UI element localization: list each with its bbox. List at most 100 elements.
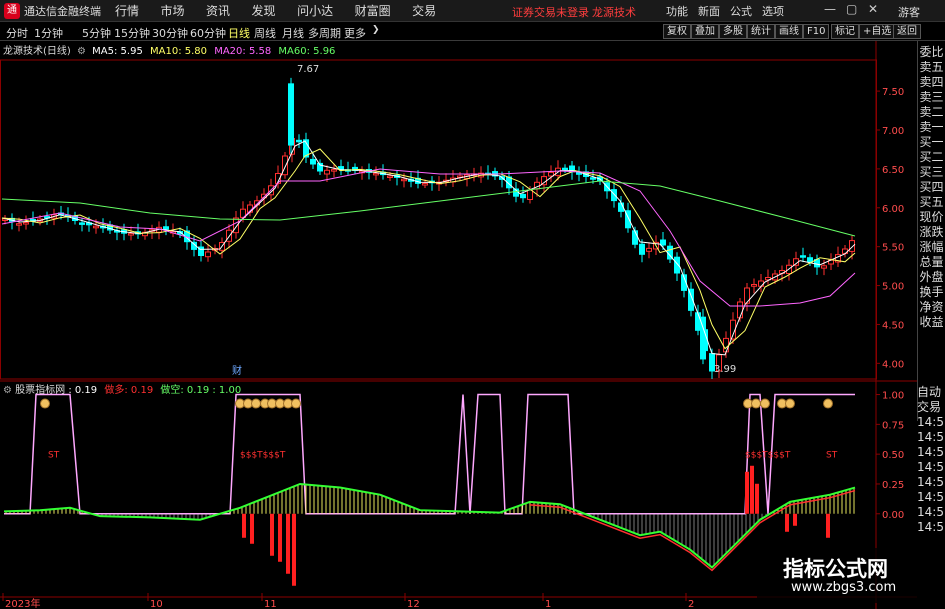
candlesticks[interactable] <box>2 77 855 379</box>
menu-hangqing[interactable]: 行情 <box>115 4 139 18</box>
menu-function[interactable]: 功能 <box>666 3 688 19</box>
guest-user[interactable]: 游客 <box>898 4 920 20</box>
date-tick-label: 2023年 <box>5 597 40 609</box>
price-tick-label: 4.00 <box>882 359 904 370</box>
menu-options[interactable]: 选项 <box>762 3 784 19</box>
btn-f10[interactable]: F10 <box>803 24 830 39</box>
panel-auto[interactable]: 自动 <box>917 385 945 400</box>
btn-tongji[interactable]: 统计 <box>747 24 775 39</box>
minimize-icon[interactable]: — <box>824 2 836 16</box>
period-5min[interactable]: 5分钟 <box>82 25 111 41</box>
panel-change-pct[interactable]: 涨幅 <box>918 240 945 255</box>
candle-body <box>401 178 407 182</box>
indicator-name[interactable]: 股票指标网 <box>15 385 65 396</box>
high-price-label: 7.67 <box>297 64 319 75</box>
candle-body <box>632 230 638 245</box>
red-signal-bar <box>278 513 282 562</box>
stock-chart[interactable]: ST $$$T$$$T $$$T$$$T ST 7.50 7.00 6.50 6.00 5.5… <box>0 41 917 609</box>
menu-wenxiaoda[interactable]: 问小达 <box>297 4 333 18</box>
stock-title[interactable]: 龙源技术(日线) <box>3 46 71 57</box>
date-tick-label: 2 <box>688 599 694 609</box>
panel-buy3[interactable]: 买三 <box>918 165 945 180</box>
period-daily[interactable]: 日线 <box>228 25 250 41</box>
close-icon[interactable]: ✕ <box>868 2 878 16</box>
menu-formula[interactable]: 公式 <box>730 3 752 19</box>
date-tick-label: 12 <box>407 599 420 609</box>
period-30min[interactable]: 30分钟 <box>152 25 188 41</box>
panel-price[interactable]: 现价 <box>918 210 945 225</box>
red-signal-bar <box>745 471 749 514</box>
panel-change[interactable]: 涨跌 <box>918 225 945 240</box>
btn-biaoji[interactable]: 标记 <box>831 24 859 39</box>
panel-buy2[interactable]: 买二 <box>918 150 945 165</box>
candle-body <box>821 265 827 269</box>
panel-sell2[interactable]: 卖二 <box>918 105 945 120</box>
more-chevron-icon[interactable]: ❯ <box>372 25 380 35</box>
panel-sell3[interactable]: 卖三 <box>918 90 945 105</box>
btn-zixuan[interactable]: +自选 <box>859 24 896 39</box>
date-tick-label: 1 <box>545 599 551 609</box>
candle-body <box>639 243 645 255</box>
panel-net-asset[interactable]: 净资 <box>918 300 945 315</box>
panel-turnover[interactable]: 换手 <box>918 285 945 300</box>
tick-time-3: 14:5 <box>917 445 944 459</box>
menu-zixun[interactable]: 资讯 <box>206 4 230 18</box>
panel-earnings[interactable]: 收益 <box>918 315 945 330</box>
panel-buy4[interactable]: 买四 <box>918 180 945 195</box>
signal-step-line <box>4 393 855 515</box>
btn-duogu[interactable]: 多股 <box>719 24 747 39</box>
btn-diejia[interactable]: 叠加 <box>691 24 719 39</box>
panel-trade[interactable]: 交易 <box>917 400 945 415</box>
st-signal-multi: $$$T$$$T <box>745 451 791 461</box>
tick-time-1: 14:5 <box>917 415 944 429</box>
menu-caifuquan[interactable]: 财富圈 <box>355 4 391 18</box>
period-more[interactable]: 更多 <box>344 25 366 41</box>
menu-new-page[interactable]: 新面 <box>698 3 720 19</box>
settings-gear-icon[interactable]: ⚙ <box>77 46 86 57</box>
btn-huaxian[interactable]: 画线 <box>775 24 803 39</box>
panel-sell1[interactable]: 卖一 <box>918 120 945 135</box>
money-bag-icon <box>823 398 833 409</box>
red-signal-bar <box>785 513 789 532</box>
menu-faxian[interactable]: 发现 <box>252 4 276 18</box>
period-weekly[interactable]: 周线 <box>254 25 276 41</box>
indicator-tick-label: 0.25 <box>882 480 904 491</box>
red-signal-bar <box>250 513 254 544</box>
panel-sell4[interactable]: 卖四 <box>918 75 945 90</box>
panel-volume[interactable]: 总量 <box>918 255 945 270</box>
period-multi[interactable]: 多周期 <box>308 25 341 41</box>
btn-fanhui[interactable]: 返回 <box>893 24 921 39</box>
brand-link[interactable]: 龙源技术 <box>592 4 636 20</box>
candle-body <box>807 257 813 263</box>
btn-fuquan[interactable]: 复权 <box>663 24 691 39</box>
candle-body <box>723 337 729 353</box>
trade-notice[interactable]: 证券交易未登录 <box>512 4 589 20</box>
period-60min[interactable]: 60分钟 <box>190 25 226 41</box>
menu-jiaoyi[interactable]: 交易 <box>412 4 436 18</box>
panel-buy1[interactable]: 买一 <box>918 135 945 150</box>
panel-weibi[interactable]: 委比 <box>918 45 945 60</box>
panel-buy5[interactable]: 买五 <box>918 195 945 210</box>
app-title: 通达信金融终端 <box>24 4 101 18</box>
indicator-settings-icon[interactable]: ⚙ <box>3 385 12 396</box>
period-monthly[interactable]: 月线 <box>282 25 304 41</box>
cai-marker: 财 <box>232 364 242 377</box>
candle-body <box>758 280 764 287</box>
panel-outer[interactable]: 外盘 <box>918 270 945 285</box>
period-fenshi[interactable]: 分时 <box>6 25 28 41</box>
st-signal: ST <box>826 451 838 461</box>
maximize-icon[interactable]: ▢ <box>846 2 857 16</box>
candle-body <box>296 139 302 143</box>
red-signal-bar <box>793 513 797 526</box>
period-15min[interactable]: 15分钟 <box>114 25 150 41</box>
candle-body <box>751 284 757 287</box>
kong-value: 0.19 : 1.00 <box>183 385 242 396</box>
indicator-panel[interactable]: ST $$$T$$$T $$$T$$$T ST <box>3 393 856 586</box>
period-1min[interactable]: 1分钟 <box>34 25 63 41</box>
panel-sell5[interactable]: 卖五 <box>918 60 945 75</box>
candle-body <box>590 177 596 180</box>
red-signal-bar <box>826 513 830 538</box>
menu-shichang[interactable]: 市场 <box>161 4 185 18</box>
money-bag-icon <box>751 398 761 409</box>
chart-labels: 7.67 3.99 财 <box>232 64 736 377</box>
